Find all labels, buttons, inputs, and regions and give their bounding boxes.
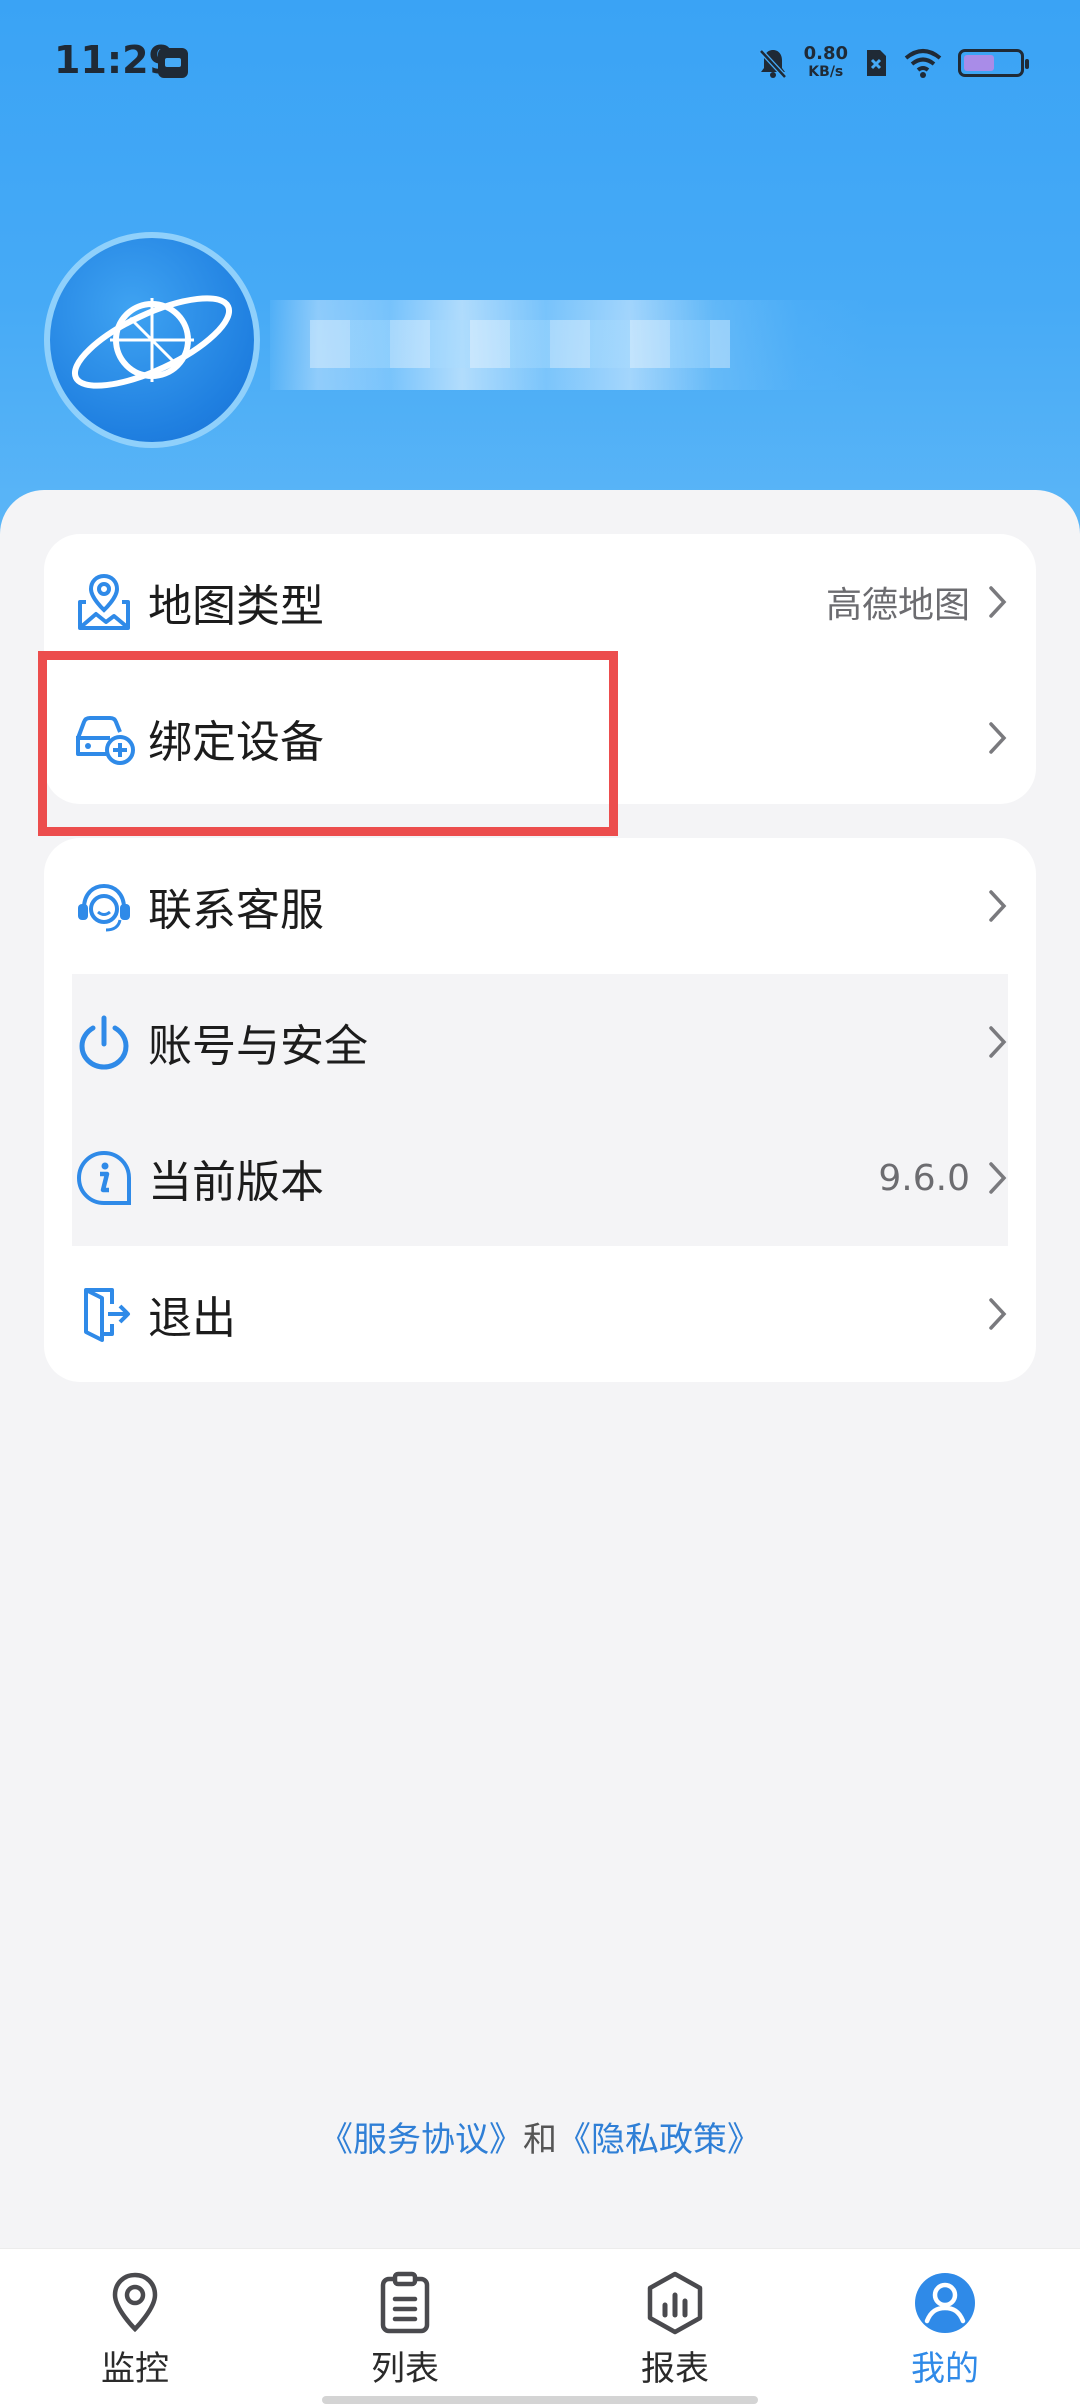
legal-conjunction: 和 <box>523 2120 557 2160</box>
bottom-tab-bar: 监控 列表 报表 我的 <box>0 2248 1080 2408</box>
settings-card-2: 联系客服 账号与安全 当前版本 9.6.0 退出 <box>44 838 1036 1382</box>
tab-label: 列表 <box>371 2349 439 2389</box>
privacy-policy-link[interactable]: 《隐私政策》 <box>557 2120 761 2160</box>
sim-icon <box>867 50 886 76</box>
tab-report[interactable]: 报表 <box>595 2271 755 2390</box>
menu-label: 退出 <box>148 1293 236 1344</box>
tab-mine[interactable]: 我的 <box>865 2271 1025 2390</box>
notification-app-icon <box>158 48 188 78</box>
menu-item-current-version[interactable]: 当前版本 9.6.0 <box>72 1110 1008 1246</box>
mute-icon <box>758 49 787 79</box>
planet-logo-icon <box>71 295 233 389</box>
avatar[interactable] <box>44 232 260 448</box>
home-indicator[interactable] <box>322 2396 758 2404</box>
chevron-right-icon <box>989 890 1007 922</box>
chevron-right-icon <box>989 1298 1007 1330</box>
user-icon <box>915 2273 975 2333</box>
tab-list[interactable]: 列表 <box>325 2271 485 2390</box>
status-bar: 11:29 0.80 KB/s <box>0 0 1080 130</box>
tab-label: 报表 <box>641 2349 709 2389</box>
highlight-annotation-box <box>38 651 618 836</box>
username-redacted <box>270 300 870 390</box>
tab-monitor[interactable]: 监控 <box>55 2271 215 2390</box>
location-icon <box>112 2272 158 2333</box>
chevron-right-icon <box>989 1026 1007 1058</box>
wifi-icon <box>904 49 942 78</box>
service-agreement-link[interactable]: 《服务协议》 <box>319 2120 523 2160</box>
chevron-right-icon <box>989 722 1007 754</box>
battery-icon <box>958 49 1029 77</box>
menu-label: 当前版本 <box>148 1157 324 1208</box>
menu-item-map-type[interactable]: 地图类型 高德地图 <box>44 534 1036 670</box>
legal-links: 《服务协议》和《隐私政策》 <box>0 2112 1080 2161</box>
menu-item-customer-service[interactable]: 联系客服 <box>44 838 1036 974</box>
menu-item-account-security[interactable]: 账号与安全 <box>72 974 1008 1110</box>
tab-label: 我的 <box>911 2349 979 2389</box>
power-icon <box>79 1015 129 1070</box>
network-speed: 0.80 KB/s <box>804 45 848 81</box>
info-icon <box>76 1150 131 1205</box>
menu-label: 账号与安全 <box>148 1021 368 1072</box>
map-pin-icon <box>78 573 130 630</box>
headset-icon <box>78 883 130 932</box>
status-time: 11:29 <box>54 38 175 82</box>
chevron-right-icon <box>989 1162 1007 1194</box>
report-icon <box>647 2271 703 2335</box>
status-icons: 0.80 KB/s <box>758 40 1029 86</box>
menu-value: 9.6.0 <box>878 1157 970 1199</box>
menu-label: 联系客服 <box>148 885 324 936</box>
net-speed-unit: KB/s <box>808 64 844 80</box>
profile-header: 11:29 0.80 KB/s <box>0 0 1080 540</box>
exit-icon <box>84 1288 130 1342</box>
chevron-right-icon <box>989 586 1007 618</box>
menu-value: 高德地图 <box>825 585 970 626</box>
tab-label: 监控 <box>101 2349 169 2389</box>
clipboard-icon <box>380 2271 430 2334</box>
menu-item-logout[interactable]: 退出 <box>44 1246 1036 1382</box>
net-speed-value: 0.80 <box>803 43 848 64</box>
menu-label: 地图类型 <box>148 581 324 632</box>
